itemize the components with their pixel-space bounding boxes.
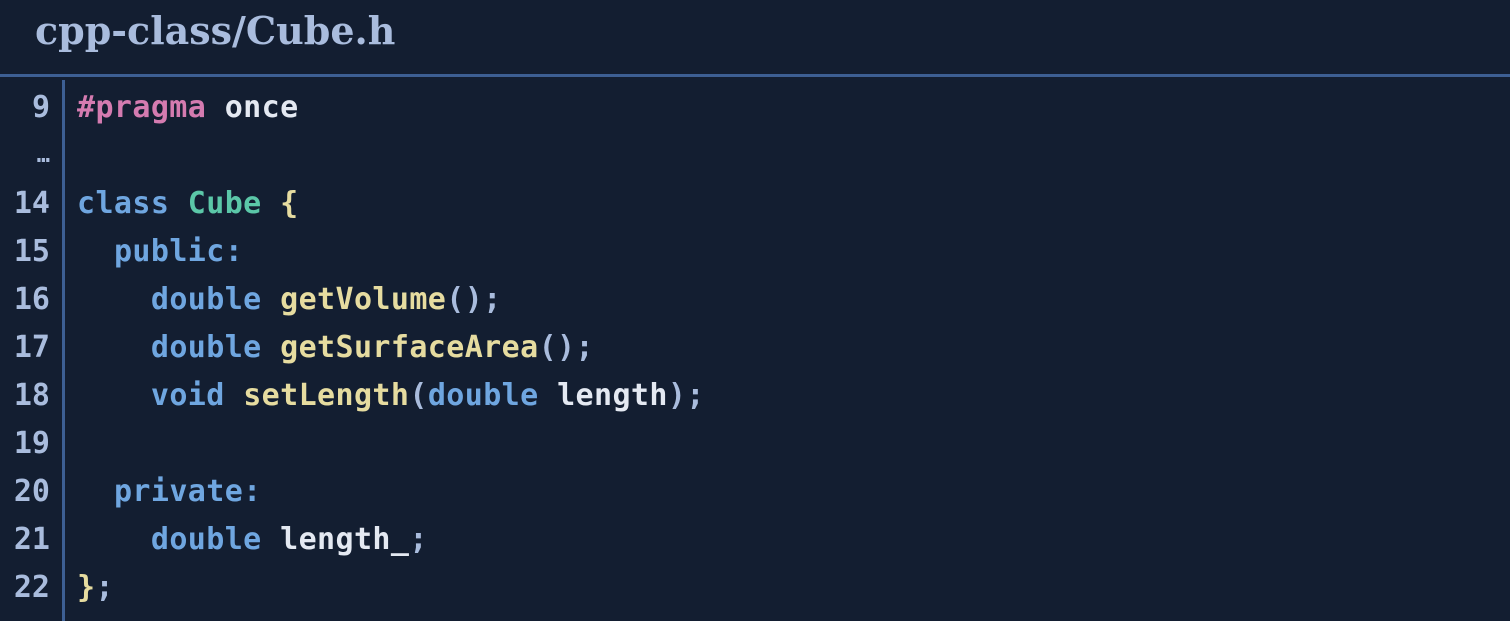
code-token: length_ [280, 522, 410, 557]
code-token: { [280, 186, 299, 221]
code-line: 15 public: [0, 228, 1510, 276]
code-line: 18 void setLength(double length); [0, 372, 1510, 420]
line-number: 19 [13, 426, 50, 461]
code-token: ) [667, 378, 687, 413]
line-number: 17 [13, 330, 50, 365]
line-number: 14 [13, 186, 50, 221]
code-line: 17 double getSurfaceArea(); [0, 324, 1510, 372]
code-line: … [0, 132, 1510, 180]
line-code: void setLength(double length); [77, 372, 705, 420]
code-viewer: cpp-class/Cube.h 9 #pragma once … 14 class C… [0, 0, 1510, 621]
code-token: Cube [187, 186, 262, 221]
code-token: double [150, 282, 262, 317]
code-token: length [557, 378, 668, 413]
code-token: ; [575, 330, 594, 365]
code-line: 20 private: [0, 468, 1510, 516]
line-code: private: [77, 468, 262, 516]
code-token: private: [113, 474, 262, 509]
code-token: getVolume [280, 282, 447, 317]
code-token: } [77, 570, 96, 605]
line-number: 20 [13, 474, 50, 509]
line-number: … [36, 143, 50, 168]
code-line: 19 [0, 420, 1510, 468]
line-code: double getSurfaceArea(); [77, 324, 594, 372]
code-token: double [427, 378, 539, 413]
code-line: 22}; [0, 564, 1510, 612]
code-token: class [77, 186, 170, 221]
code-token: double [150, 522, 262, 557]
code-token: public: [113, 234, 244, 269]
code-token: getSurfaceArea [280, 330, 539, 365]
code-token: ; [409, 522, 428, 557]
line-code: double length_; [77, 516, 428, 564]
code-token: ; [686, 378, 705, 413]
line-code: #pragma once [77, 84, 299, 132]
code-line: 9 #pragma once [0, 84, 1510, 132]
line-number: 15 [13, 234, 50, 269]
line-code: }; [77, 564, 114, 612]
code-token: () [538, 330, 576, 365]
file-header: cpp-class/Cube.h [0, 0, 1510, 77]
code-token: ( [409, 378, 428, 413]
code-token: setLength [243, 378, 410, 413]
code-line: 16 double getVolume(); [0, 276, 1510, 324]
code-token: ; [95, 570, 114, 605]
line-number: 16 [13, 282, 50, 317]
line-code: public: [77, 228, 243, 276]
code-token: double [150, 330, 262, 365]
code-token: ; [483, 282, 502, 317]
line-number: 21 [13, 522, 50, 557]
line-number: 22 [13, 570, 50, 605]
code-token: once [224, 90, 299, 125]
line-code: double getVolume(); [77, 276, 502, 324]
line-number: 9 [31, 90, 50, 125]
line-code: class Cube { [77, 180, 299, 228]
code-token: void [150, 378, 225, 413]
code-line: 21 double length_; [0, 516, 1510, 564]
code-line: 14 class Cube { [0, 180, 1510, 228]
line-number: 18 [13, 378, 50, 413]
code-token: () [446, 282, 484, 317]
code-area[interactable]: 9 #pragma once… 14 class Cube {15 public: 16… [0, 86, 1510, 621]
code-token: #pragma [77, 90, 207, 125]
file-title: cpp-class/Cube.h [35, 8, 396, 53]
